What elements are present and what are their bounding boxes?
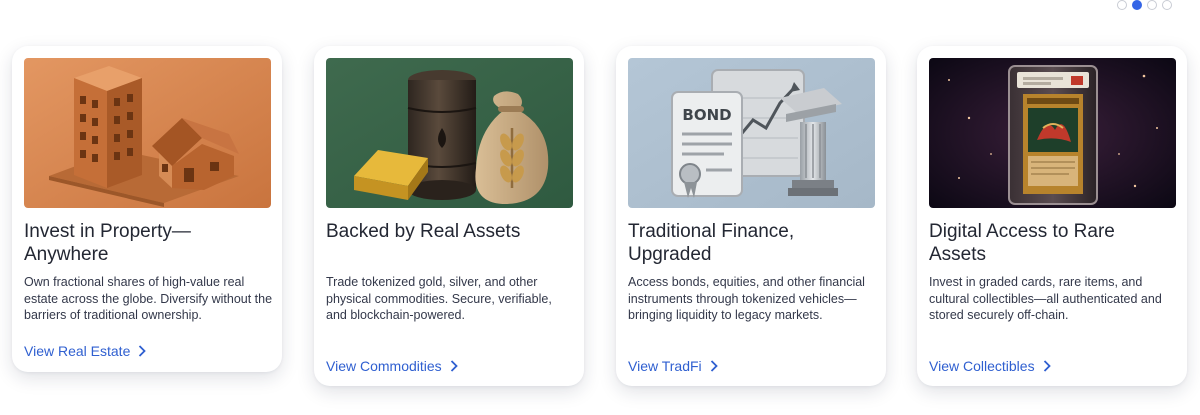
carousel-dot-4[interactable] (1162, 0, 1172, 10)
tradfi-image: BOND (628, 58, 875, 208)
carousel-dot-3[interactable] (1147, 0, 1157, 10)
link-label: View TradFi (628, 358, 702, 374)
card-title: Invest in Property—Anywhere (24, 221, 191, 265)
card-real-estate: Invest in Property—Anywhere Own fraction… (12, 46, 282, 372)
card-description: Own fractional shares of high-value real… (24, 275, 273, 322)
card-title: Digital Access to Rare Assets (929, 221, 1115, 265)
carousel-dot-1[interactable] (1117, 0, 1127, 10)
card-collectibles: Digital Access to Rare Assets Invest in … (917, 46, 1187, 386)
link-label: View Commodities (326, 358, 442, 374)
commodities-image (326, 58, 573, 208)
bond-label: BOND (682, 106, 731, 124)
card-title: Backed by Real Assets (326, 221, 521, 242)
card-description: Trade tokenized gold, silver, and other … (326, 275, 552, 322)
carousel-pagination (1117, 0, 1172, 10)
chevron-right-icon (450, 360, 458, 372)
view-collectibles-link[interactable]: View Collectibles (929, 358, 1051, 374)
card-title: Traditional Finance, Upgraded (628, 221, 795, 265)
chevron-right-icon (139, 345, 147, 357)
card-tradfi: BOND Traditional Finance, Upgraded Acces… (616, 46, 886, 386)
view-real-estate-link[interactable]: View Real Estate (24, 343, 147, 359)
carousel-dot-2[interactable] (1132, 0, 1142, 10)
collectibles-image (929, 58, 1176, 208)
card-commodities: Backed by Real Assets Trade tokenized go… (314, 46, 584, 386)
link-label: View Collectibles (929, 358, 1035, 374)
link-label: View Real Estate (24, 343, 131, 359)
real-estate-image (24, 58, 271, 208)
view-tradfi-link[interactable]: View TradFi (628, 358, 718, 374)
chevron-right-icon (710, 360, 718, 372)
view-commodities-link[interactable]: View Commodities (326, 358, 458, 374)
card-description: Invest in graded cards, rare items, and … (929, 275, 1162, 322)
card-description: Access bonds, equities, and other financ… (628, 275, 865, 322)
chevron-right-icon (1043, 360, 1051, 372)
